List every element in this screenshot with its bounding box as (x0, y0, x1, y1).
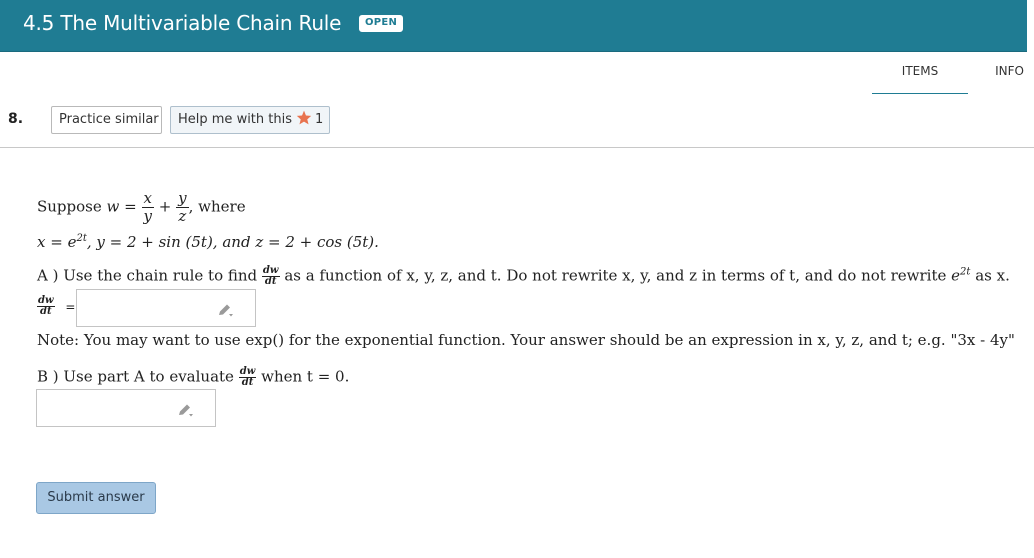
x-exponent: 2t (76, 233, 87, 244)
part-b-dw-dt-fraction: dw dt (238, 366, 257, 388)
part-a-answer-label: dw dt = (37, 296, 75, 317)
help-count: 1 (315, 112, 324, 127)
w-equals: w = (106, 197, 137, 216)
part-b-label: B ) Use part A to evaluate (37, 367, 234, 386)
y-z-definition: , y = 2 + sin (5t), and z = 2 + cos (5t)… (86, 233, 379, 251)
pencil-icon[interactable] (218, 302, 234, 321)
page-title: 4.5 The Multivariable Chain Rule (23, 11, 342, 35)
where-word: , where (188, 197, 246, 216)
part-b-answer-input[interactable] (36, 389, 216, 427)
fraction-x-over-y: xy (141, 189, 154, 225)
plus-sign: + (158, 197, 172, 216)
part-a-instructions: as a function of x, y, z, and t. Do not … (284, 266, 947, 285)
submit-answer-button[interactable]: Submit answer (36, 482, 156, 514)
fraction-y-over-z: yz (176, 189, 189, 225)
open-badge[interactable]: OPEN (359, 15, 404, 32)
dw-dt-fraction: dw dt (261, 265, 280, 287)
star-icon (296, 109, 312, 135)
tab-items[interactable]: ITEMS (872, 64, 968, 94)
note-text: Note: You may want to use exp() for the … (37, 331, 1015, 349)
header: 4.5 The Multivariable Chain Rule OPEN (0, 0, 1034, 52)
answer-dw-dt-fraction: dw dt (37, 295, 55, 317)
part-a-tail: as x. (975, 266, 1010, 285)
divider (0, 147, 1034, 148)
help-me-label: Help me with this (178, 112, 292, 127)
question-number: 8. (8, 111, 24, 127)
tab-info[interactable]: INFO (985, 64, 1034, 94)
problem-line-2: x = e2t, y = 2 + sin (5t), and z = 2 + c… (37, 233, 379, 251)
e-base: e (951, 266, 961, 285)
e-exponent: 2t (960, 266, 971, 278)
problem-line-1: Suppose w = xy + yz, where (37, 190, 246, 225)
part-a-prompt: A ) Use the chain rule to find dw dt as a… (37, 266, 1010, 287)
help-me-button[interactable]: Help me with this 1 (170, 106, 330, 134)
practice-similar-label: Practice similar (59, 112, 159, 127)
part-a-answer-input[interactable] (76, 289, 256, 327)
equals-sign: = (65, 299, 76, 314)
practice-similar-button[interactable]: Practice similar (51, 106, 162, 134)
part-b-when: when t = 0. (261, 367, 350, 386)
part-a-label: A ) Use the chain rule to find (37, 266, 258, 285)
header-bar: 4.5 The Multivariable Chain Rule OPEN (0, 0, 1027, 52)
x-definition: x = e (37, 233, 77, 251)
suppose-word: Suppose (37, 197, 102, 216)
part-b-prompt: B ) Use part A to evaluate dw dt when t =… (37, 367, 349, 388)
pencil-icon[interactable] (178, 402, 194, 421)
